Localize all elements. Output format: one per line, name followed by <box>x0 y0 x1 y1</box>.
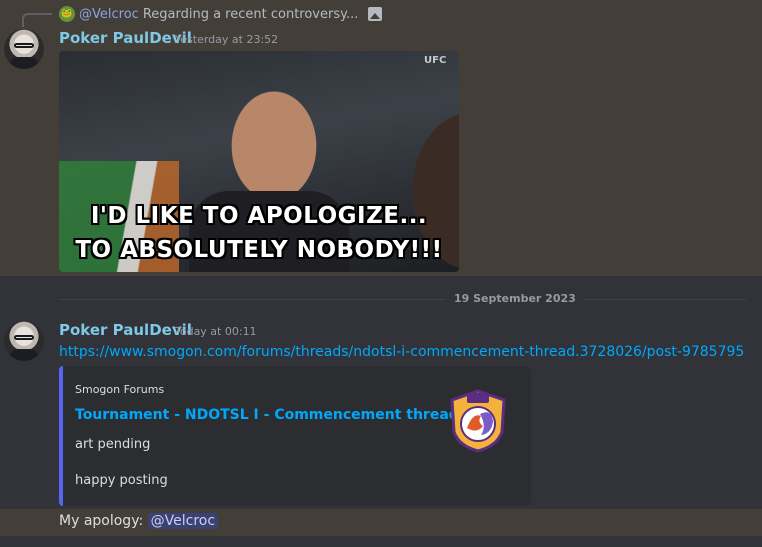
message-username[interactable]: Poker PaulDevil <box>59 29 192 47</box>
embed-title[interactable]: Tournament - NDOTSL I - Commencement thr… <box>75 407 459 423</box>
reply-username[interactable]: @Velcroc <box>79 7 139 22</box>
user-avatar[interactable] <box>4 29 44 69</box>
embed-provider[interactable]: Smogon Forums <box>75 383 164 396</box>
reply-text[interactable]: Regarding a recent controversy... <box>143 7 359 22</box>
apology-message: My apology: @Velcroc <box>59 513 219 529</box>
suit-shape <box>10 349 38 361</box>
date-divider <box>59 299 746 300</box>
message-timestamp[interactable]: Yesterday at 23:52 <box>175 33 278 46</box>
user-mention[interactable]: @Velcroc <box>147 513 219 529</box>
glasses-shape <box>14 335 34 340</box>
reply-connector <box>22 13 52 27</box>
gif-badge: UFC <box>424 55 447 66</box>
gif-caption-line1: I'D LIKE TO APOLOGIZE... <box>90 203 428 229</box>
apology-text: My apology: <box>59 513 144 529</box>
gif-caption-line2: TO ABSOLUTELY NOBODY!!! <box>75 237 443 263</box>
date-divider-label: 19 September 2023 <box>446 292 584 305</box>
smogon-logo[interactable] <box>447 388 509 454</box>
link-embed: Smogon Forums Tournament - NDOTSL I - Co… <box>59 366 531 506</box>
embed-description-line: art pending <box>75 437 151 452</box>
message-username[interactable]: Poker PaulDevil <box>59 321 192 339</box>
reply-preview[interactable]: 🐸 @Velcroc Regarding a recent controvers… <box>59 4 383 24</box>
user-avatar[interactable] <box>4 321 44 361</box>
gif-attachment[interactable]: UFC I'D LIKE TO APOLOGIZE... TO ABSOLUTE… <box>59 51 459 272</box>
glasses-shape <box>14 43 34 48</box>
embed-description-line: happy posting <box>75 473 168 488</box>
message-link[interactable]: https://www.smogon.com/forums/threads/nd… <box>59 344 744 360</box>
reply-avatar-icon: 🐸 <box>59 6 75 22</box>
message-timestamp[interactable]: Today at 00:11 <box>175 325 257 338</box>
image-icon <box>368 7 383 21</box>
suit-shape <box>10 57 38 69</box>
